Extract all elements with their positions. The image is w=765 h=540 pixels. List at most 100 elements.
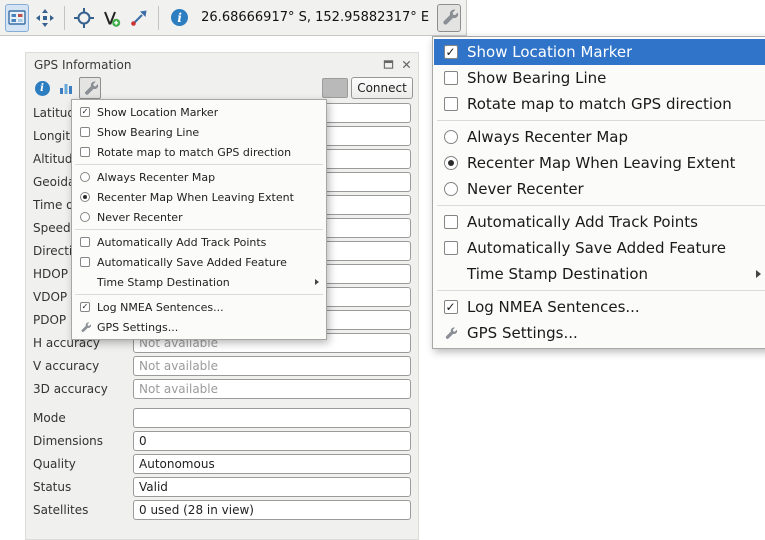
menu-item-label: Time Stamp Destination [97,276,230,289]
menu-item-rotate-map[interactable]: Rotate map to match GPS direction [73,142,325,162]
checkbox-checked-icon [80,107,90,117]
field-label: Quality [33,457,133,471]
wrench-icon [80,322,91,333]
field-row-status: Status [33,477,411,497]
field-label: Mode [33,411,133,425]
radio-unselected-icon [80,172,90,182]
radio-unselected-icon [444,182,458,196]
field-row-mode: Mode [33,408,411,428]
info-icon [35,81,50,96]
status-input[interactable] [133,477,411,497]
gps-information-panel-toggle-button[interactable] [5,4,29,32]
menu-item-show-bearing-line[interactable]: Show Bearing Line [434,65,765,91]
close-panel-button[interactable] [399,58,413,72]
quality-input[interactable] [133,454,411,474]
panel-header: GPS Information [26,53,418,73]
info-icon [171,9,188,26]
signal-strength-button[interactable] [55,77,77,99]
submenu-arrow-icon [315,279,319,285]
menu-item-always-recenter[interactable]: Always Recenter Map [434,124,765,150]
radio-selected-icon [80,192,90,202]
menu-item-label: Recenter Map When Leaving Extent [97,191,294,204]
panel-title: GPS Information [34,58,131,72]
menu-item-rotate-map[interactable]: Rotate map to match GPS direction [434,91,765,117]
field-label: 3D accuracy [33,382,133,396]
menu-item-show-location-marker[interactable]: Show Location Marker [434,39,765,65]
satellites-input[interactable] [133,500,411,520]
radio-unselected-icon [80,212,90,222]
menu-item-label: Rotate map to match GPS direction [467,95,732,113]
checkbox-checked-icon [444,300,458,314]
menu-item-label: Show Location Marker [467,43,632,61]
menu-item-never-recenter[interactable]: Never Recenter [73,207,325,227]
gps-settings-menu-button[interactable] [437,4,461,32]
menu-item-auto-save-added-feature[interactable]: Automatically Save Added Feature [434,235,765,261]
position-info-button[interactable] [31,77,53,99]
dimensions-input[interactable] [133,431,411,451]
menu-item-label: Log NMEA Sentences... [467,298,640,316]
menu-separator [75,229,323,230]
float-window-icon [383,59,394,70]
mode-input[interactable] [133,408,411,428]
menu-separator [437,120,765,121]
menu-item-never-recenter[interactable]: Never Recenter [434,176,765,202]
menu-item-auto-save-added-feature[interactable]: Automatically Save Added Feature [73,252,325,272]
checkbox-unchecked-icon [80,237,90,247]
gps-panel-icon [7,8,27,28]
accuracy-3d-input[interactable] [133,379,411,399]
menu-item-show-bearing-line[interactable]: Show Bearing Line [73,122,325,142]
connect-button[interactable]: Connect [351,77,413,99]
menu-item-label: Never Recenter [97,211,183,224]
checkbox-unchecked-icon [444,241,458,255]
menu-item-label: Recenter Map When Leaving Extent [467,154,735,172]
add-vertex-icon [101,8,121,28]
checkbox-unchecked-icon [444,71,458,85]
menu-item-label: Automatically Add Track Points [97,236,266,249]
menu-item-recenter-leaving-extent[interactable]: Recenter Map When Leaving Extent [73,187,325,207]
submenu-arrow-icon [756,270,761,278]
menu-item-label: Show Bearing Line [97,126,199,139]
menu-item-show-location-marker[interactable]: Show Location Marker [73,102,325,122]
menu-item-always-recenter[interactable]: Always Recenter Map [73,167,325,187]
panel-gps-options-button[interactable] [79,77,101,99]
menu-separator [437,205,765,206]
gps-options-menu: Show Location Marker Show Bearing Line R… [432,36,765,349]
wrench-icon [83,81,98,96]
field-row-dimensions: Dimensions [33,431,411,451]
menu-item-recenter-leaving-extent[interactable]: Recenter Map When Leaving Extent [434,150,765,176]
menu-item-auto-add-track-points[interactable]: Automatically Add Track Points [73,232,325,252]
menu-item-label: GPS Settings... [97,321,178,334]
menu-item-label: Time Stamp Destination [467,265,648,283]
connection-status-indicator [322,78,348,98]
recenter-map-button[interactable] [33,4,57,32]
checkbox-checked-icon [80,302,90,312]
wrench-icon [441,9,458,26]
v-accuracy-input[interactable] [133,356,411,376]
bar-chart-icon [58,80,74,96]
menu-separator [75,164,323,165]
menu-item-label: Always Recenter Map [97,171,215,184]
gps-location-button[interactable] [72,4,96,32]
field-label: Dimensions [33,434,133,448]
menu-item-label: GPS Settings... [467,324,578,342]
menu-item-log-nmea[interactable]: Log NMEA Sentences... [434,294,765,320]
menu-item-label: Always Recenter Map [467,128,628,146]
checkbox-unchecked-icon [80,147,90,157]
float-panel-button[interactable] [381,58,395,72]
menu-item-time-stamp-destination[interactable]: Time Stamp Destination [73,272,325,292]
menu-item-label: Show Bearing Line [467,69,606,87]
checkbox-unchecked-icon [444,215,458,229]
gps-information-panel: GPS Information Connect [25,52,419,540]
qgis-screen: 26.68666917° S, 152.95882317° E GPS Info… [0,0,765,540]
field-label: Satellites [33,503,133,517]
field-row-quality: Quality [33,454,411,474]
menu-item-log-nmea[interactable]: Log NMEA Sentences... [73,297,325,317]
menu-item-time-stamp-destination[interactable]: Time Stamp Destination [434,261,765,287]
checkbox-unchecked-icon [80,127,90,137]
add-track-point-button[interactable] [127,4,151,32]
add-vertex-button[interactable] [100,4,124,32]
menu-item-auto-add-track-points[interactable]: Automatically Add Track Points [434,209,765,235]
menu-item-gps-settings[interactable]: GPS Settings... [73,317,325,337]
checkbox-checked-icon [444,45,458,59]
menu-item-gps-settings[interactable]: GPS Settings... [434,320,765,346]
